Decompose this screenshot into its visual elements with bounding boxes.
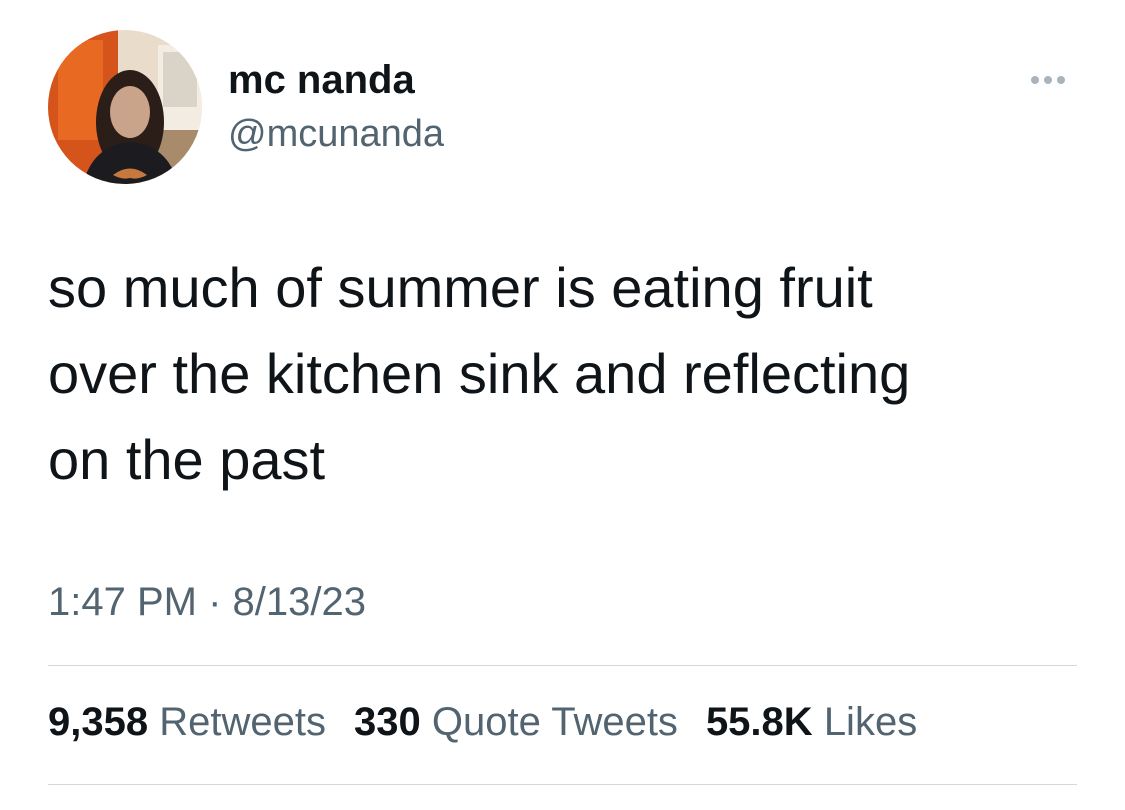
author-handle[interactable]: @mcunanda [228, 113, 444, 156]
more-horizontal-icon-dot [1057, 76, 1065, 84]
more-horizontal-icon-dot [1044, 76, 1052, 84]
author-display-name[interactable]: mc nanda [228, 58, 415, 103]
retweets-count: 9,358 [48, 700, 149, 744]
divider-bottom [48, 784, 1077, 785]
timestamp-separator: · [208, 580, 222, 624]
quote-tweets-stat[interactable]: 330 Quote Tweets [354, 700, 678, 745]
divider-top [48, 665, 1077, 666]
quote-tweets-count: 330 [353, 700, 421, 744]
likes-label: Likes [823, 700, 918, 744]
tweet-timestamp[interactable]: 1:47 PM · 8/13/23 [48, 580, 366, 625]
more-horizontal-icon [1031, 76, 1039, 84]
profile-photo-icon [48, 30, 202, 184]
likes-stat[interactable]: 55.8K Likes [706, 700, 917, 745]
tweet-card: mc nanda @mcunanda so much of summer is … [0, 0, 1125, 810]
engagement-stats: 9,358 Retweets 330 Quote Tweets 55.8K Li… [48, 700, 945, 745]
likes-count: 55.8K [705, 700, 813, 744]
tweet-date: 8/13/23 [232, 580, 367, 624]
tweet-text: so much of summer is eating fruit over t… [48, 256, 911, 491]
retweets-label: Retweets [159, 700, 326, 744]
tweet-time: 1:47 PM [48, 580, 197, 624]
more-options-button[interactable] [1018, 60, 1078, 100]
author-avatar[interactable] [48, 30, 202, 184]
quote-tweets-label: Quote Tweets [431, 700, 678, 744]
retweets-stat[interactable]: 9,358 Retweets [48, 700, 326, 745]
